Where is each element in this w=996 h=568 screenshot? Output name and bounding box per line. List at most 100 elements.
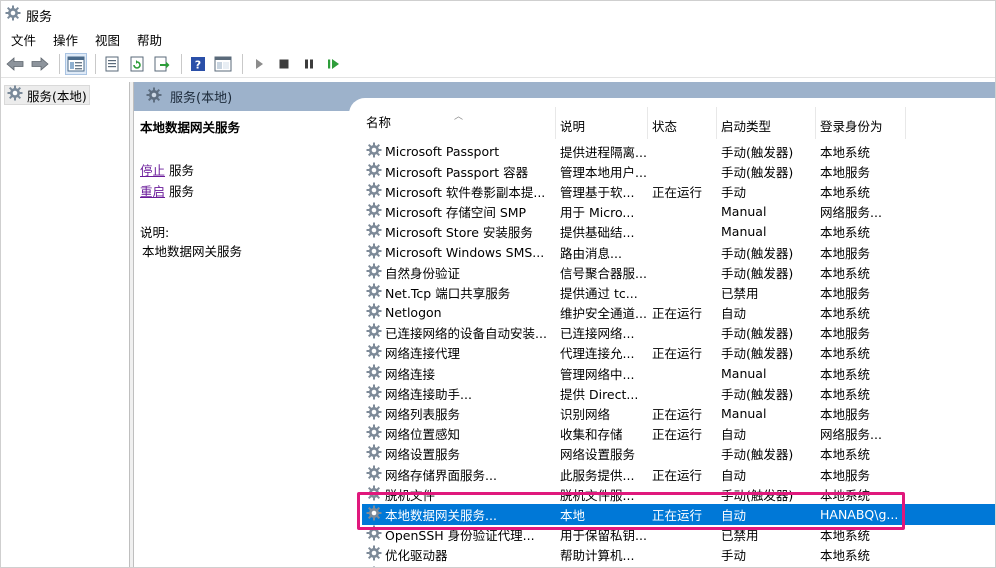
service-row[interactable]: Microsoft 存储空间 SMP 用于 Micro... Manual 网络服务.…	[362, 202, 995, 222]
service-description: 维护安全通道...	[560, 306, 647, 322]
service-description: 提供 Direct...	[560, 386, 639, 402]
service-row[interactable]: 优化驱动器 帮助计算机... 手动 本地系统	[362, 545, 995, 565]
gear-icon	[366, 202, 382, 221]
service-row[interactable]: 已连接网络的设备自动安装... 已连接网络... 手动(触发器) 本地服务	[362, 323, 995, 343]
gear-icon	[366, 404, 382, 423]
restart-link[interactable]: 重启	[140, 184, 165, 199]
gear-icon	[366, 485, 382, 504]
service-description: 网络设置服务	[560, 447, 636, 463]
stop-icon[interactable]	[273, 53, 295, 75]
menu-view[interactable]: 视图	[95, 30, 120, 49]
column-header-startup-type[interactable]: 启动类型	[717, 107, 816, 139]
service-name-cell: Microsoft Passport	[362, 142, 556, 161]
service-log-on-as: 本地服务	[820, 245, 871, 261]
service-row[interactable]: Microsoft 软件卷影副本提... 管理基于软... 正在运行 手动 本地系统	[362, 181, 995, 201]
service-description: 此服务提供...	[560, 467, 635, 483]
service-row[interactable]: 网络列表服务 识别网络 正在运行 Manual 本地服务	[362, 403, 995, 423]
service-name-cell: 自然身份验证	[362, 263, 556, 282]
stop-link[interactable]: 停止	[140, 163, 165, 178]
service-name-cell: 网络位置感知	[362, 424, 556, 443]
service-row[interactable]: Microsoft Passport 提供进程隔离... 手动(触发器) 本地系统	[362, 141, 995, 161]
service-row[interactable]: 网络连接助手... 提供 Direct... 手动(触发器) 本地系统	[362, 383, 995, 403]
service-description: 管理基于软...	[560, 184, 635, 200]
service-name-cell: 优化驱动器	[362, 545, 556, 564]
stop-service-word: 服务	[169, 163, 195, 178]
service-row[interactable]: 自然身份验证 信号聚合器服... 手动(触发器) 本地系统	[362, 262, 995, 282]
export-icon[interactable]	[151, 53, 173, 75]
services-list: ︿ 名称 说明 状态 启动类型 登录身份为 Microsoft Passport…	[362, 107, 995, 567]
column-header-name-label: 名称	[366, 114, 392, 130]
service-log-on-as: 本地服务	[820, 467, 871, 483]
service-row[interactable]: 网络存储界面服务... 此服务提供... 正在运行 自动 本地服务	[362, 464, 995, 484]
service-status: 正在运行	[652, 184, 703, 200]
service-startup-type: 自动	[721, 306, 747, 322]
service-row[interactable]: 网络连接代理 代理连接允... 正在运行 手动(触发器) 本地系统	[362, 343, 995, 363]
service-name: 本地数据网关服务...	[385, 507, 497, 523]
service-description: 管理本地用户...	[560, 164, 647, 180]
service-log-on-as: 本地系统	[820, 225, 871, 241]
service-row[interactable]: 网络连接 管理网络中... Manual 本地系统	[362, 363, 995, 383]
console-icon[interactable]	[212, 53, 234, 75]
service-description: 识别网络	[560, 407, 611, 423]
resume-icon[interactable]	[323, 53, 345, 75]
service-description: 收集和存储	[560, 427, 623, 443]
services-window: 服务 文件 操作 视图 帮助 ? 服务(本地) 服务(本地) 本地数据网关服务 …	[0, 0, 996, 568]
service-row[interactable]: 网络位置感知 收集和存储 正在运行 自动 网络服务...	[362, 424, 995, 444]
gear-icon	[366, 364, 382, 383]
show-tree-icon[interactable]	[65, 52, 87, 75]
service-name-cell: OpenSSH 身份验证代理...	[362, 525, 556, 544]
gear-icon	[366, 505, 382, 524]
service-row[interactable]: OpenSSH 身份验证代理... 用于保留私钥... 已禁用 本地系统	[362, 525, 995, 545]
nav-item-label: 服务(本地)	[27, 88, 87, 104]
gear-icon	[366, 384, 382, 403]
service-status: 正在运行	[652, 507, 703, 523]
service-name: 网络连接	[385, 366, 436, 382]
service-name-cell: 本地数据网关服务...	[362, 505, 556, 524]
service-name-cell: Microsoft 软件卷影副本提...	[362, 182, 556, 201]
service-name-cell: 脱机文件	[362, 485, 556, 504]
service-name: 网络设置服务	[385, 447, 461, 463]
service-name: 自然身份验证	[385, 265, 461, 281]
service-row[interactable]: 脱机文件 脱机文件服... 手动(触发器) 本地系统	[362, 484, 995, 504]
service-startup-type: Manual	[721, 406, 767, 422]
nav-item-services-local[interactable]: 服务(本地)	[4, 85, 90, 105]
service-row[interactable]: Netlogon 维护安全通道... 正在运行 自动 本地系统	[362, 303, 995, 323]
service-row[interactable]: 网络设置服务 网络设置服务 手动(触发器) 本地系统	[362, 444, 995, 464]
start-icon[interactable]	[248, 53, 270, 75]
column-header-status[interactable]: 状态	[648, 107, 717, 139]
service-log-on-as: 本地系统	[820, 144, 871, 160]
menu-help[interactable]: 帮助	[137, 30, 162, 49]
service-startup-type: Manual	[721, 224, 767, 240]
service-name: Microsoft Windows SMS...	[385, 244, 545, 260]
service-name: 已连接网络的设备自动安装...	[385, 326, 547, 342]
service-row[interactable]: Net.Tcp 端口共享服务 提供通过 tc... 已禁用 本地服务	[362, 282, 995, 302]
pause-icon[interactable]	[298, 53, 320, 75]
restart-action: 重启 服务	[140, 181, 350, 200]
service-status: 正在运行	[652, 306, 703, 322]
service-name-cell: Netlogon	[362, 303, 556, 322]
column-header-log-on-as[interactable]: 登录身份为	[816, 107, 906, 139]
service-description: 用于保留私钥...	[560, 528, 647, 544]
service-name-cell: 网络设置服务	[362, 444, 556, 463]
refresh-icon[interactable]	[126, 53, 148, 75]
gear-icon	[366, 222, 382, 241]
help-icon[interactable]: ?	[187, 53, 209, 75]
column-header-name[interactable]: ︿ 名称	[362, 107, 556, 139]
svg-text:?: ?	[195, 58, 201, 71]
service-row[interactable]: 本地数据网关服务... 本地 正在运行 自动 HANABQ\g...	[362, 504, 995, 525]
service-row[interactable]: Microsoft Passport 容器 管理本地用户... 手动(触发器) 本地服…	[362, 161, 995, 181]
column-header-description[interactable]: 说明	[556, 107, 648, 139]
menu-action[interactable]: 操作	[53, 30, 78, 49]
service-row[interactable]: Microsoft Store 安装服务 提供基础结... Manual 本地系统	[362, 222, 995, 242]
forward-icon[interactable]	[29, 53, 51, 75]
main-pane: 服务(本地) 本地数据网关服务 停止 服务 重启 服务 说明: 本地数据网关服务…	[134, 82, 995, 567]
properties-icon[interactable]	[101, 53, 123, 75]
menu-file[interactable]: 文件	[11, 30, 36, 49]
back-icon[interactable]	[4, 53, 26, 75]
gear-icon	[146, 87, 162, 107]
service-name: Microsoft Store 安装服务	[385, 225, 533, 241]
service-log-on-as: 本地服务	[820, 407, 871, 423]
restart-service-word: 服务	[169, 184, 195, 199]
service-row[interactable]: Microsoft Windows SMS... 路由消息... 手动(触发器) 本地…	[362, 242, 995, 262]
gear-icon	[366, 142, 382, 161]
